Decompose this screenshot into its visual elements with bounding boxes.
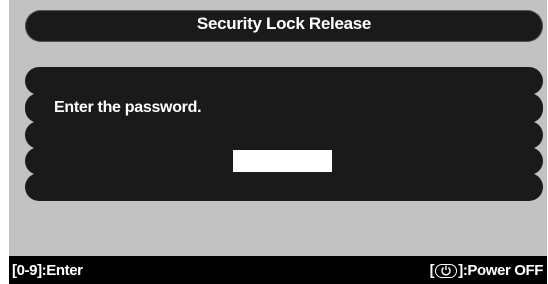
dialog-panel: Security Lock Release Enter the password… (9, 0, 547, 256)
power-icon (435, 263, 458, 278)
enter-hint: [0-9]:Enter (12, 262, 83, 279)
title-bar: Security Lock Release (25, 10, 543, 42)
dialog-title: Security Lock Release (196, 14, 372, 33)
footer-bar: [0-9]:Enter [ ]:Power OFF (9, 256, 547, 284)
blank-row (25, 67, 543, 95)
power-off-label: ]:Power OFF (458, 262, 543, 279)
password-input[interactable] (233, 150, 332, 172)
bracket-open: [ (429, 262, 435, 279)
blank-row (25, 121, 543, 149)
blank-row (25, 173, 543, 201)
power-off-hint: [ ]:Power OFF (429, 262, 544, 279)
prompt-row: Enter the password. (25, 93, 543, 123)
prompt-text: Enter the password. (54, 99, 202, 116)
